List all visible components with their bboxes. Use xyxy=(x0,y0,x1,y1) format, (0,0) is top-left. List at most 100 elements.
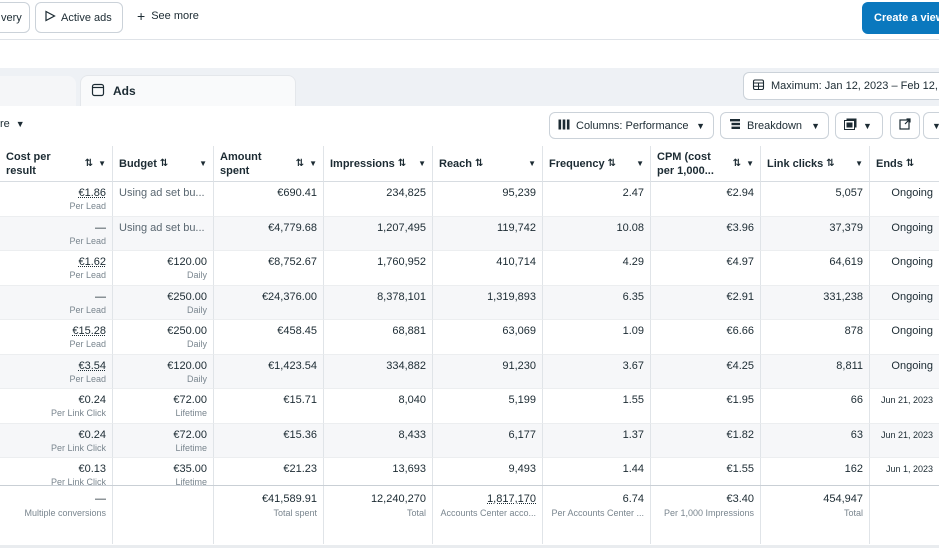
tab-ads[interactable]: Ads xyxy=(80,75,296,106)
table-cell-impressions: 1,207,495 xyxy=(324,216,433,251)
cell-value: 68,881 xyxy=(392,325,426,337)
table-cell-reach: 5,199 xyxy=(433,389,543,424)
caret-down-icon[interactable]: ▼ xyxy=(418,159,426,168)
cell-value: €690.41 xyxy=(277,187,317,199)
cell-value: 8,433 xyxy=(398,428,426,441)
caret-down-icon[interactable]: ▼ xyxy=(199,159,207,168)
cell-value: €4.97 xyxy=(726,256,754,268)
cell-value: 878 xyxy=(844,325,863,337)
cell-value: €250.00 xyxy=(167,325,207,337)
caret-down-icon[interactable]: ▼ xyxy=(528,159,536,168)
cell-value[interactable]: €3.54 xyxy=(6,360,106,373)
column-header-amount[interactable]: Amount spent ⇅ ▼ xyxy=(214,146,324,182)
export-button[interactable] xyxy=(890,112,920,139)
sort-icon[interactable]: ⇅ xyxy=(85,158,93,169)
column-header-budget-label: Budget xyxy=(119,157,157,170)
breakdown-button[interactable]: Breakdown ▼ xyxy=(720,112,829,139)
sort-icon[interactable]: ⇅ xyxy=(398,158,406,169)
reports-button[interactable]: ▼ xyxy=(835,112,883,139)
cell-value[interactable]: €0.24 xyxy=(6,394,106,407)
cell-subtext: Lifetime xyxy=(175,442,207,453)
table-cell-cpm: €3.96 xyxy=(651,216,761,251)
cell-value: 5,199 xyxy=(508,394,536,406)
tab-ad-sets[interactable] xyxy=(0,76,76,106)
caret-down-icon: ▼ xyxy=(15,119,25,129)
summary-reach-sub: Accounts Center acco... xyxy=(440,508,536,518)
table-cell-reach: 91,230 xyxy=(433,354,543,389)
cell-value: €21.23 xyxy=(283,463,317,475)
summary-reach-value[interactable]: 1,817,170 xyxy=(439,492,536,506)
table-cell-cpm: €6.66 xyxy=(651,320,761,355)
sort-icon[interactable]: ⇅ xyxy=(826,158,834,169)
create-view-button[interactable]: Create a view xyxy=(862,2,939,34)
tab-ads-label: Ads xyxy=(113,84,136,98)
column-header-cost-label: Cost per result xyxy=(6,150,51,177)
cell-value: 9,493 xyxy=(508,463,536,475)
active-ads-button[interactable]: Active ads xyxy=(35,2,123,33)
summary-amount-sub: Total spent xyxy=(273,508,317,518)
column-header-frequency[interactable]: Frequency ⇅ ▼ xyxy=(543,146,651,182)
table-cell-cost: €15.28 Per Lead xyxy=(0,320,113,355)
cell-value[interactable]: €0.24 xyxy=(6,429,106,442)
cell-subtext: Per Lead xyxy=(69,201,106,211)
plus-icon: + xyxy=(137,8,146,24)
active-ads-label: Active ads xyxy=(61,11,112,24)
table-cell-amount: €15.36 xyxy=(214,423,324,458)
cell-value[interactable]: €1.62 xyxy=(6,256,106,269)
table-cell-cost: €1.62 Per Lead xyxy=(0,251,113,286)
column-header-link-clicks[interactable]: Link clicks ⇅ ▼ xyxy=(761,146,870,182)
summary-reach: 1,817,170 Accounts Center acco... xyxy=(433,486,543,544)
caret-down-icon[interactable]: ▼ xyxy=(855,159,863,168)
summary-link-clicks: 454,947 Total xyxy=(761,486,870,544)
cell-value: Jun 21, 2023 xyxy=(880,429,933,440)
cell-value: €8,752.67 xyxy=(268,256,317,268)
cell-value: 63,069 xyxy=(502,325,536,337)
more-actions-button[interactable]: ▼ xyxy=(923,112,939,139)
caret-down-icon[interactable]: ▼ xyxy=(309,159,317,168)
table-cell-impressions: 234,825 xyxy=(324,182,433,217)
column-header-reach[interactable]: Reach ⇅ ▼ xyxy=(433,146,543,182)
table-cell-ends: Jun 21, 2023 xyxy=(870,389,939,424)
summary-cost-sub: Multiple conversions xyxy=(24,508,106,518)
cell-value[interactable]: €15.28 xyxy=(6,325,106,338)
sort-icon[interactable]: ⇅ xyxy=(160,158,168,169)
cell-value: 234,825 xyxy=(386,187,426,199)
caret-down-icon[interactable]: ▼ xyxy=(636,159,644,168)
table-cell-impressions: 8,378,101 xyxy=(324,285,433,320)
column-header-ends[interactable]: Ends ⇅ xyxy=(870,146,939,182)
table-cell-cost: — Per Lead xyxy=(0,285,113,320)
sort-icon[interactable]: ⇅ xyxy=(733,158,741,169)
table-cell-frequency: 1.37 xyxy=(543,423,651,458)
table-cell-amount: €1,423.54 xyxy=(214,354,324,389)
caret-down-icon[interactable]: ▼ xyxy=(746,159,754,168)
date-range-picker[interactable]: Maximum: Jan 12, 2023 – Feb 12, 2023 xyxy=(743,72,939,100)
cell-value: 63 xyxy=(850,428,863,441)
table-cell-frequency: 1.55 xyxy=(543,389,651,424)
see-more-button[interactable]: + See more xyxy=(137,8,199,24)
table-cell-budget: €120.00 Daily xyxy=(113,354,214,389)
columns-button[interactable]: Columns: Performance ▼ xyxy=(549,112,714,139)
delivery-filter-button[interactable]: very xyxy=(0,2,30,33)
column-header-cpm[interactable]: CPM (cost per 1,000... ⇅ ▼ xyxy=(651,146,761,182)
caret-down-icon[interactable]: ▼ xyxy=(98,159,106,168)
table-cell-cpm: €1.95 xyxy=(651,389,761,424)
table-cell-reach: 119,742 xyxy=(433,216,543,251)
sort-icon[interactable]: ⇅ xyxy=(296,158,304,169)
cell-value: 1,760,952 xyxy=(377,256,426,268)
cell-value: Using ad set bu... xyxy=(119,221,205,234)
caret-down-icon: ▼ xyxy=(811,120,820,131)
column-header-budget[interactable]: Budget ⇅ ▼ xyxy=(113,146,214,182)
cell-value[interactable]: €0.13 xyxy=(6,463,106,476)
column-header-cost[interactable]: Cost per result ⇅ ▼ xyxy=(0,146,113,182)
column-header-impressions[interactable]: Impressions ⇅ ▼ xyxy=(324,146,433,182)
more-dropdown[interactable]: re ▼ xyxy=(0,118,25,130)
table-cell-impressions: 8,433 xyxy=(324,423,433,458)
cell-value: €72.00 xyxy=(173,428,207,441)
cell-subtext: Per Lead xyxy=(69,373,106,384)
cell-value: 334,882 xyxy=(386,359,426,372)
sort-icon[interactable]: ⇅ xyxy=(475,158,483,169)
sort-icon[interactable]: ⇅ xyxy=(906,158,914,169)
summary-link-clicks-value: 454,947 xyxy=(823,493,863,505)
sort-icon[interactable]: ⇅ xyxy=(608,158,616,169)
cell-value[interactable]: €1.86 xyxy=(6,187,106,200)
